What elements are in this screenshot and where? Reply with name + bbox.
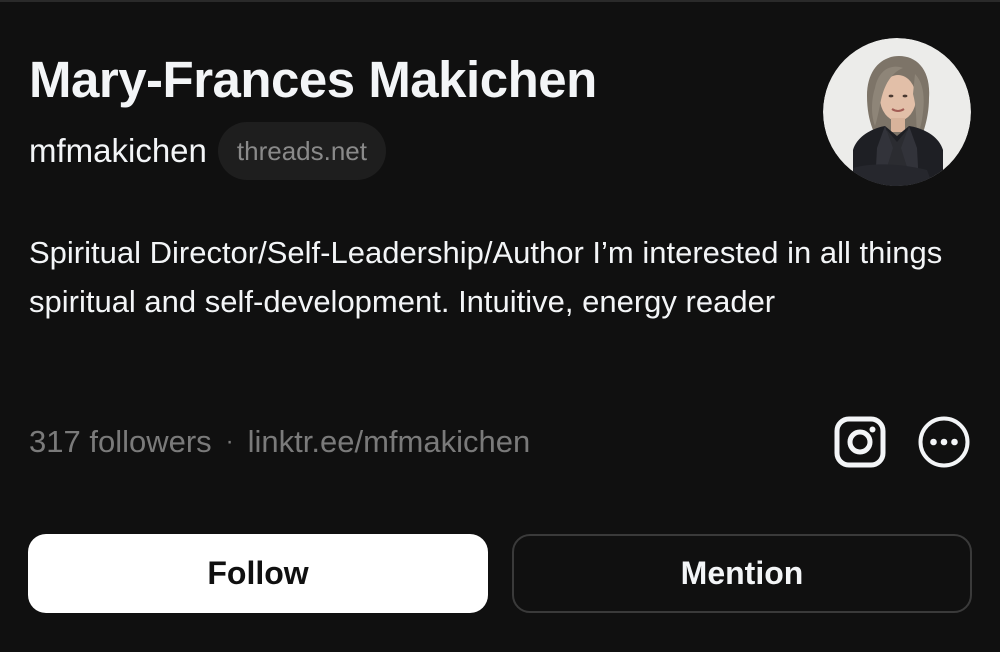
avatar-photo <box>823 38 971 186</box>
bio: Spiritual Director/Self-Leadership/Autho… <box>29 235 943 319</box>
username: mfmakichen <box>29 132 207 169</box>
profile-meta: 317 followers · linktr.ee/mfmakichen <box>29 420 530 464</box>
top-divider <box>0 0 1000 2</box>
more-options-glyph <box>918 416 970 468</box>
instagram-icon[interactable] <box>833 415 887 469</box>
domain-badge[interactable]: threads.net <box>217 122 386 180</box>
instagram-glyph <box>834 416 886 468</box>
meta-separator: · <box>225 428 234 455</box>
follow-button[interactable]: Follow <box>28 534 488 613</box>
profile-link[interactable]: linktr.ee/mfmakichen <box>248 424 531 460</box>
followers-count[interactable]: 317 followers <box>29 424 212 460</box>
handle-row: mfmakichen threads.net <box>29 122 386 180</box>
avatar[interactable] <box>823 38 971 186</box>
mention-button[interactable]: Mention <box>512 534 972 613</box>
more-options-icon[interactable] <box>917 415 971 469</box>
profile-name: Mary-Frances Makichen <box>29 51 597 108</box>
